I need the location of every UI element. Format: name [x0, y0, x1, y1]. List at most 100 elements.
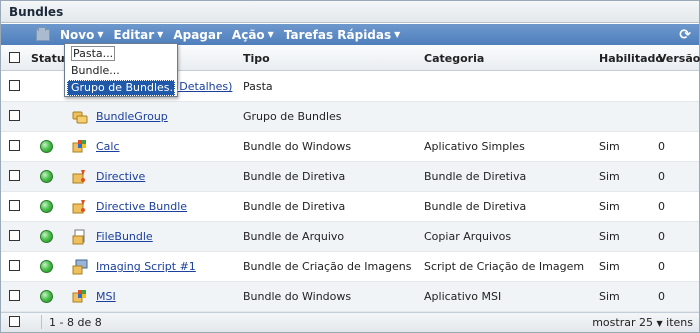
- row-checkbox[interactable]: [9, 260, 20, 271]
- caret-down-icon: ▼: [97, 30, 104, 39]
- header-versao[interactable]: Versão: [658, 52, 700, 65]
- bundle-name-link[interactable]: Imaging Script #1: [96, 260, 196, 273]
- imaging-bundle-icon: [72, 259, 88, 275]
- footer-select-checkbox[interactable]: [9, 316, 20, 327]
- menu-item-pasta-label: Pasta...: [71, 46, 116, 61]
- habilitado-cell: Sim: [599, 170, 620, 183]
- header-categoria[interactable]: Categoria: [424, 52, 484, 65]
- status-enabled-icon: [40, 260, 53, 273]
- menu-item-bundle[interactable]: Bundle...: [67, 63, 175, 79]
- versao-cell: 0: [658, 260, 665, 273]
- header-tipo[interactable]: Tipo: [243, 52, 270, 65]
- page-size-control: mostrar 25 ▼ itens: [592, 316, 693, 329]
- editar-menu-button[interactable]: Editar ▼: [114, 28, 164, 42]
- panel-title: Bundles: [1, 1, 699, 23]
- bundle-name-link[interactable]: Directive: [96, 170, 145, 183]
- habilitado-cell: Sim: [599, 230, 620, 243]
- table-row[interactable]: Directive Bundle Bundle de Diretiva Bundle…: [1, 192, 699, 222]
- status-enabled-icon: [40, 230, 53, 243]
- row-checkbox[interactable]: [9, 170, 20, 181]
- table-row[interactable]: MSI Bundle do Windows Aplicativo MSI Sim 0: [1, 282, 699, 312]
- versao-cell: 0: [658, 170, 665, 183]
- categoria-cell: Script de Criação de Imagem: [424, 260, 585, 273]
- caret-down-icon: ▼: [157, 30, 164, 39]
- select-all-checkbox[interactable]: [9, 52, 20, 63]
- caret-down-icon: ▼: [394, 30, 401, 39]
- status-enabled-icon: [40, 140, 53, 153]
- tipo-cell: Bundle de Diretiva: [243, 200, 346, 213]
- tipo-cell: Bundle do Windows: [243, 290, 352, 303]
- editar-label: Editar: [113, 27, 155, 42]
- bundle-name-link[interactable]: MSI: [96, 290, 116, 303]
- page-size-select[interactable]: 25 ▼: [639, 316, 663, 329]
- menu-item-grupo-de-bundles[interactable]: Grupo de Bundles...: [67, 80, 180, 96]
- categoria-cell: Aplicativo Simples: [424, 140, 525, 153]
- table-row[interactable]: FileBundle Bundle de Arquivo Copiar Arquiv…: [1, 222, 699, 252]
- versao-cell: 0: [658, 290, 665, 303]
- tipo-cell: Pasta: [243, 80, 273, 93]
- divider: [41, 315, 42, 329]
- tipo-cell: Bundle de Diretiva: [243, 170, 346, 183]
- show-label: mostrar: [592, 316, 636, 329]
- file-bundle-icon: [72, 229, 88, 245]
- table-row[interactable]: Imaging Script #1 Bundle de Criação de Im…: [1, 252, 699, 282]
- acao-label: Ação: [231, 27, 265, 42]
- versao-cell: 0: [658, 140, 665, 153]
- table-row[interactable]: Calc Bundle do Windows Aplicativo Simples S…: [1, 132, 699, 162]
- habilitado-cell: Sim: [599, 290, 620, 303]
- directive-bundle-icon: [72, 169, 88, 185]
- status-enabled-icon: [40, 200, 53, 213]
- bundle-name-link[interactable]: (Detalhes): [175, 80, 232, 93]
- bundles-panel: Bundles Novo ▼ Editar ▼ Apagar Ação ▼ Taref…: [0, 0, 700, 333]
- directive-bundle-icon: [72, 199, 88, 215]
- apagar-button[interactable]: Apagar: [173, 28, 222, 42]
- tipo-cell: Bundle do Windows: [243, 140, 352, 153]
- habilitado-cell: Sim: [599, 140, 620, 153]
- tarefas-rapidas-menu-button[interactable]: Tarefas Rápidas ▼: [284, 28, 400, 42]
- caret-down-icon: ▼: [656, 319, 663, 328]
- folder-up-icon[interactable]: [36, 26, 50, 41]
- versao-cell: 0: [658, 200, 665, 213]
- page-size-value: 25: [639, 316, 653, 329]
- novo-dropdown-menu: Pasta... Bundle... Grupo de Bundles...: [64, 43, 180, 97]
- row-checkbox[interactable]: [9, 140, 20, 151]
- row-checkbox[interactable]: [9, 290, 20, 301]
- bundle-name-link[interactable]: FileBundle: [96, 230, 153, 243]
- caret-down-icon: ▼: [267, 30, 274, 39]
- apagar-label: Apagar: [173, 27, 222, 42]
- table-row[interactable]: Directive Bundle de Diretiva Bundle de Dir…: [1, 162, 699, 192]
- tipo-cell: Bundle de Arquivo: [243, 230, 345, 243]
- tipo-cell: Grupo de Bundles: [243, 110, 342, 123]
- habilitado-cell: Sim: [599, 200, 620, 213]
- versao-cell: 0: [658, 230, 665, 243]
- windows-bundle-icon: [72, 289, 88, 305]
- status-enabled-icon: [40, 170, 53, 183]
- habilitado-cell: Sim: [599, 260, 620, 273]
- novo-menu-button[interactable]: Novo ▼: [60, 28, 104, 42]
- header-habilitado[interactable]: Habilitado: [599, 52, 663, 65]
- row-checkbox[interactable]: [9, 80, 20, 91]
- table-footer: 1 - 8 de 8 mostrar 25 ▼ itens: [1, 312, 699, 332]
- items-label: itens: [666, 316, 693, 329]
- row-checkbox[interactable]: [9, 200, 20, 211]
- menu-item-pasta[interactable]: Pasta...: [67, 46, 175, 62]
- pagination-range: 1 - 8 de 8: [49, 316, 102, 329]
- categoria-cell: Aplicativo MSI: [424, 290, 502, 303]
- row-checkbox[interactable]: [9, 230, 20, 241]
- bundle-name-link[interactable]: Calc: [96, 140, 120, 153]
- categoria-cell: Copiar Arquivos: [424, 230, 512, 243]
- row-checkbox[interactable]: [9, 110, 20, 121]
- bundle-name-link[interactable]: BundleGroup: [96, 110, 168, 123]
- categoria-cell: Bundle de Diretiva: [424, 170, 527, 183]
- bundle-group-icon: [72, 109, 88, 125]
- novo-label: Novo: [60, 27, 95, 42]
- refresh-icon[interactable]: ⟳: [679, 27, 691, 43]
- status-enabled-icon: [40, 290, 53, 303]
- categoria-cell: Bundle de Diretiva: [424, 200, 527, 213]
- toolbar: Novo ▼ Editar ▼ Apagar Ação ▼ Tarefas Rápid…: [1, 24, 699, 45]
- table-row[interactable]: BundleGroup Grupo de Bundles: [1, 102, 699, 132]
- acao-menu-button[interactable]: Ação ▼: [232, 28, 274, 42]
- tipo-cell: Bundle de Criação de Imagens: [243, 260, 412, 273]
- tarefas-rapidas-label: Tarefas Rápidas: [283, 27, 392, 42]
- bundle-name-link[interactable]: Directive Bundle: [96, 200, 187, 213]
